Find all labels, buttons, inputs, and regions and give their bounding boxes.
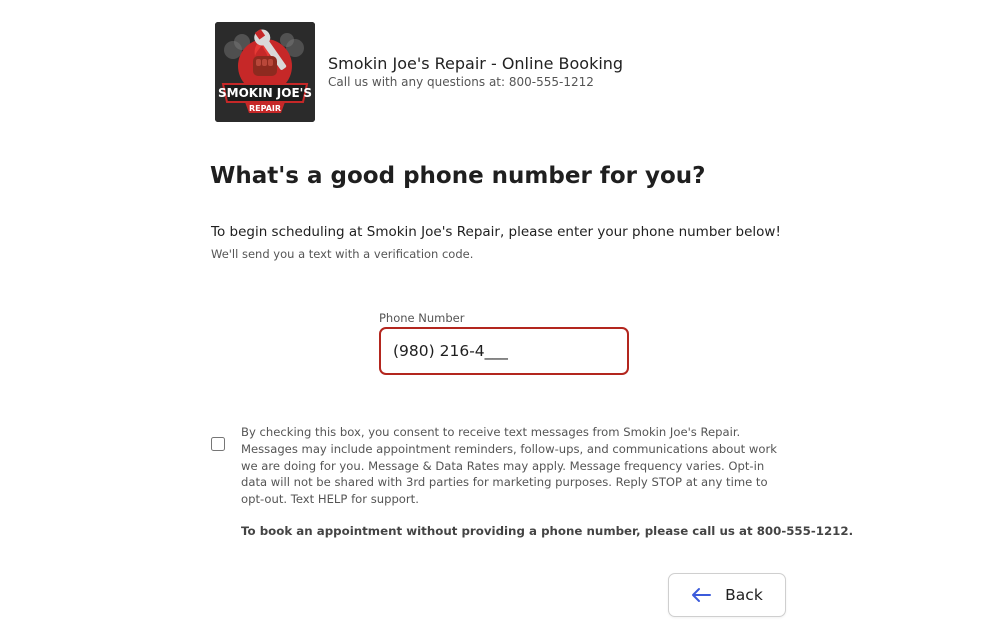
sms-consent-text: By checking this box, you consent to rec…: [241, 425, 777, 507]
logo-text-line1: SMOKIN JOE'S: [218, 86, 312, 100]
back-button-label: Back: [725, 586, 763, 604]
intro-text: To begin scheduling at Smokin Joe's Repa…: [211, 224, 781, 240]
business-logo: SMOKIN JOE'S REPAIR: [215, 22, 315, 122]
sms-consent-checkbox[interactable]: [211, 437, 225, 451]
business-name: Smokin Joe's Repair - Online Booking: [328, 54, 624, 73]
phone-number-input[interactable]: [379, 327, 629, 375]
intro-subtext: We'll send you a text with a verificatio…: [211, 247, 474, 261]
phone-number-label: Phone Number: [379, 311, 465, 325]
logo-text-line2: REPAIR: [249, 104, 281, 113]
call-to-book-note: To book an appointment without providing…: [241, 524, 854, 538]
back-button[interactable]: Back: [668, 573, 786, 617]
contact-line: Call us with any questions at: 800-555-1…: [328, 75, 594, 89]
page-title: What's a good phone number for you?: [210, 163, 706, 189]
fist-wrench-icon: SMOKIN JOE'S REPAIR: [215, 22, 315, 122]
arrow-left-icon: [691, 587, 712, 603]
